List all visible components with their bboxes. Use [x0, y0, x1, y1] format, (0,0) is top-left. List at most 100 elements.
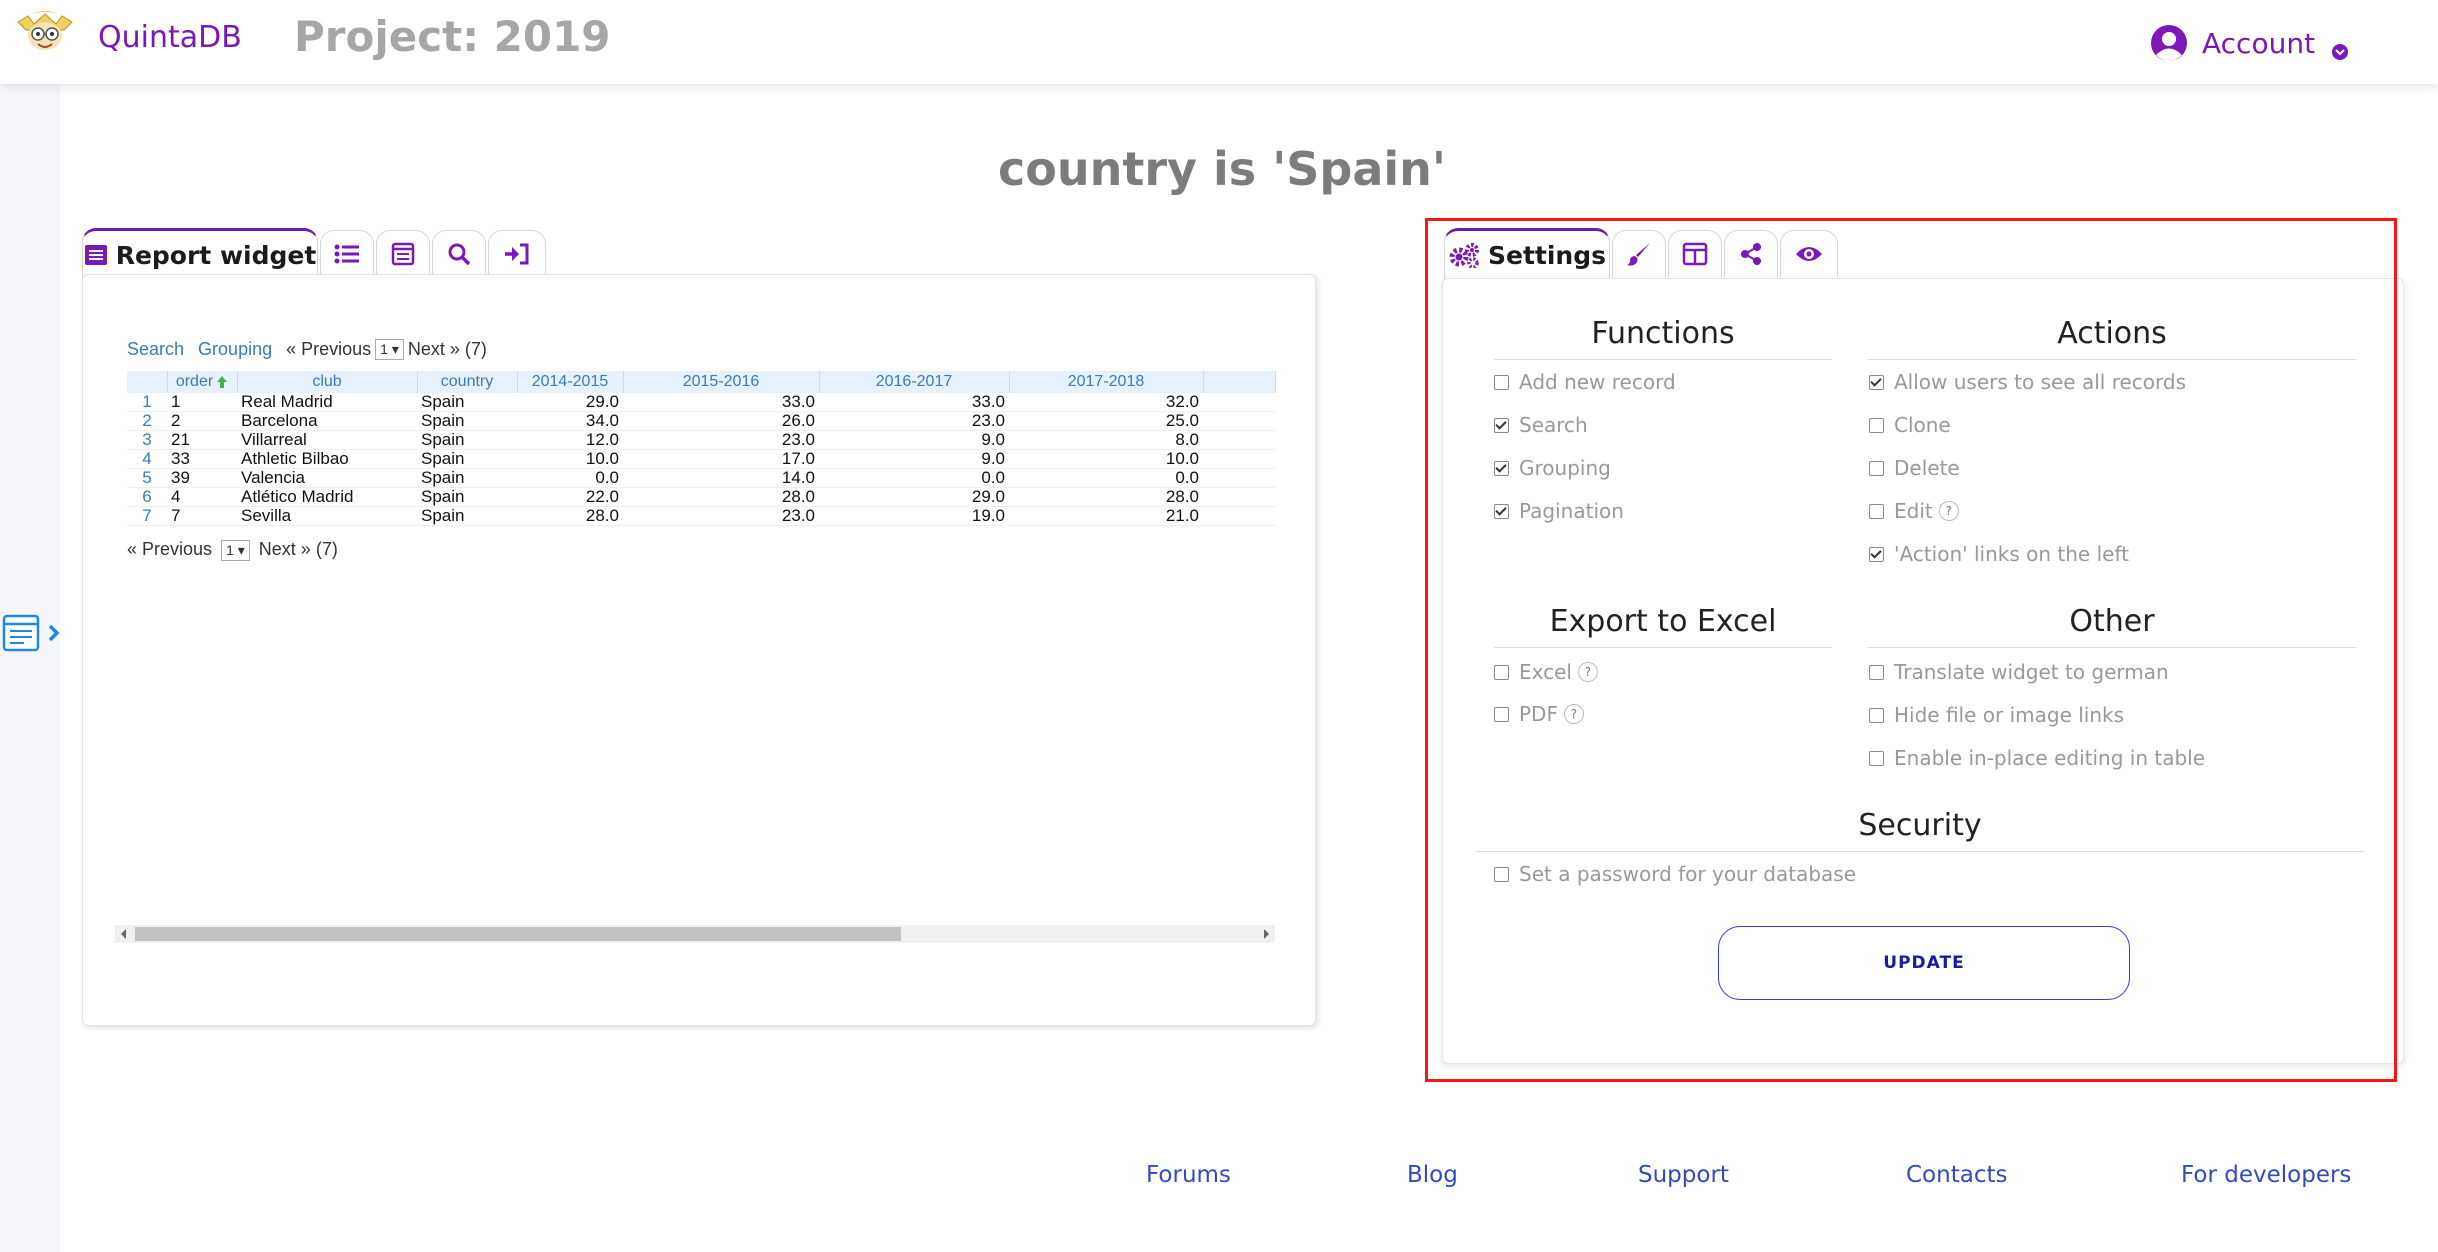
season-cell: 32.0: [1165, 393, 1199, 411]
filler-cell: [1203, 488, 1275, 507]
sidebar-toggle[interactable]: [2, 612, 64, 656]
order-cell: 4: [171, 487, 181, 506]
page-select-value: 1: [226, 541, 234, 558]
horizontal-scrollbar[interactable]: [115, 925, 1275, 943]
column-header-club[interactable]: club: [237, 371, 418, 393]
season-cell: 33.0: [971, 393, 1005, 411]
pager-previous[interactable]: « Previous: [286, 339, 371, 360]
season-cell: 28.0: [781, 487, 815, 506]
season-cell: 29.0: [971, 487, 1005, 506]
table-row[interactable]: 2 2 Barcelona Spain 34.0 26.0 23.0 25.0: [127, 412, 1275, 431]
tab-report-widget[interactable]: Report widget: [82, 228, 318, 279]
row-number[interactable]: 4: [127, 450, 167, 469]
pager-previous[interactable]: « Previous: [127, 539, 212, 559]
scroll-left-icon[interactable]: [119, 928, 129, 940]
column-header-label: 2017-2018: [1067, 373, 1145, 390]
column-header-2016-2017[interactable]: 2016-2017: [819, 371, 1010, 393]
season-cell: 25.0: [1165, 411, 1199, 430]
table-row[interactable]: 1 1 Real Madrid Spain 29.0 33.0 33.0 32.0: [127, 393, 1275, 412]
season-cell: 12.0: [585, 430, 619, 449]
filler-cell: [1203, 450, 1275, 469]
report-grid: order club country 2014-2015 2015-2016 2016-2…: [127, 371, 1276, 526]
tab-form[interactable]: [376, 230, 430, 277]
table-row[interactable]: 5 39 Valencia Spain 0.0 14.0 0.0 0.0: [127, 469, 1275, 488]
filler-cell: [1203, 507, 1275, 526]
tab-sign-in[interactable]: [488, 230, 546, 277]
column-header-label: club: [312, 373, 342, 390]
column-header-label: order: [175, 373, 214, 390]
selection-highlight: [1425, 218, 2397, 1082]
row-number[interactable]: 6: [127, 488, 167, 507]
club-cell: Atlético Madrid: [241, 487, 354, 506]
tab-search[interactable]: [432, 230, 486, 277]
footer-link-support[interactable]: Support: [1638, 1162, 1729, 1188]
tab-list[interactable]: [320, 230, 374, 277]
pager-next-count[interactable]: Next » (7): [408, 339, 487, 360]
page-select[interactable]: 1 ▾: [221, 539, 250, 561]
column-header-2015-2016[interactable]: 2015-2016: [623, 371, 820, 393]
grid-search-link[interactable]: Search: [127, 339, 184, 360]
country-cell: Spain: [421, 449, 465, 468]
order-cell: 39: [171, 468, 190, 487]
tab-label: Report widget: [115, 240, 317, 270]
page-select[interactable]: 1 ▾: [375, 339, 404, 360]
row-number[interactable]: 3: [127, 431, 167, 450]
page-title: country is 'Spain': [998, 142, 1446, 196]
column-header-label: 2015-2016: [682, 373, 760, 390]
footer-link-contacts[interactable]: Contacts: [1906, 1162, 2007, 1188]
row-number[interactable]: 2: [127, 412, 167, 431]
logo-icon[interactable]: [14, 6, 76, 56]
country-cell: Spain: [421, 430, 465, 449]
season-cell: 28.0: [1165, 487, 1199, 506]
column-header-label: 2014-2015: [531, 373, 609, 390]
season-cell: 29.0: [585, 393, 619, 411]
order-cell: 33: [171, 449, 190, 468]
season-cell: 8.0: [1175, 430, 1199, 449]
filler-cell: [1203, 469, 1275, 488]
footer-link-forums[interactable]: Forums: [1146, 1162, 1231, 1188]
season-cell: 21.0: [1165, 506, 1199, 525]
chevron-down-icon: [2332, 44, 2349, 60]
brand-name[interactable]: QuintaDB: [98, 20, 242, 55]
country-cell: Spain: [421, 487, 465, 506]
table-row[interactable]: 6 4 Atlético Madrid Spain 22.0 28.0 29.0 28.0: [127, 488, 1275, 507]
table-row[interactable]: 3 21 Villarreal Spain 12.0 23.0 9.0 8.0: [127, 431, 1275, 450]
column-header-2014-2015[interactable]: 2014-2015: [517, 371, 624, 393]
table-row[interactable]: 4 33 Athletic Bilbao Spain 10.0 17.0 9.0 10.0: [127, 450, 1275, 469]
account-menu[interactable]: Account: [2150, 24, 2349, 62]
season-cell: 0.0: [1175, 468, 1199, 487]
filler-cell: [1203, 431, 1275, 450]
season-cell: 0.0: [595, 468, 619, 487]
table-icon: [84, 245, 107, 265]
grid-filler-header: [1203, 371, 1276, 393]
scrollbar-thumb[interactable]: [135, 927, 901, 941]
scroll-right-icon[interactable]: [1261, 928, 1271, 940]
column-header-label: country: [440, 373, 494, 390]
row-number[interactable]: 5: [127, 469, 167, 488]
row-number[interactable]: 7: [127, 507, 167, 526]
column-header-country[interactable]: country: [417, 371, 518, 393]
order-cell: 1: [171, 393, 181, 411]
column-header-order[interactable]: order: [167, 371, 238, 393]
form-icon: [391, 242, 415, 266]
user-avatar-icon: [2151, 25, 2187, 61]
footer-link-for-developers[interactable]: For developers: [2181, 1162, 2351, 1188]
season-cell: 26.0: [781, 411, 815, 430]
season-cell: 9.0: [981, 430, 1005, 449]
row-number[interactable]: 1: [127, 393, 167, 412]
pager-next-count[interactable]: Next » (7): [259, 539, 338, 559]
left-sidebar-strip: [0, 84, 60, 1252]
order-cell: 2: [171, 411, 181, 430]
column-header-2017-2018[interactable]: 2017-2018: [1009, 371, 1204, 393]
footer-link-blog[interactable]: Blog: [1407, 1162, 1458, 1188]
report-widget-panel: Search Grouping « Previous 1 ▾ Next » (7…: [82, 274, 1316, 1026]
club-cell: Sevilla: [241, 506, 292, 525]
table-row[interactable]: 7 7 Sevilla Spain 28.0 23.0 19.0 21.0: [127, 507, 1275, 526]
grid-grouping-link[interactable]: Grouping: [198, 339, 272, 360]
season-cell: 28.0: [585, 506, 619, 525]
season-cell: 23.0: [971, 411, 1005, 430]
season-cell: 23.0: [781, 430, 815, 449]
list-icon: [334, 244, 359, 264]
order-cell: 21: [171, 430, 190, 449]
club-cell: Villarreal: [241, 430, 307, 449]
